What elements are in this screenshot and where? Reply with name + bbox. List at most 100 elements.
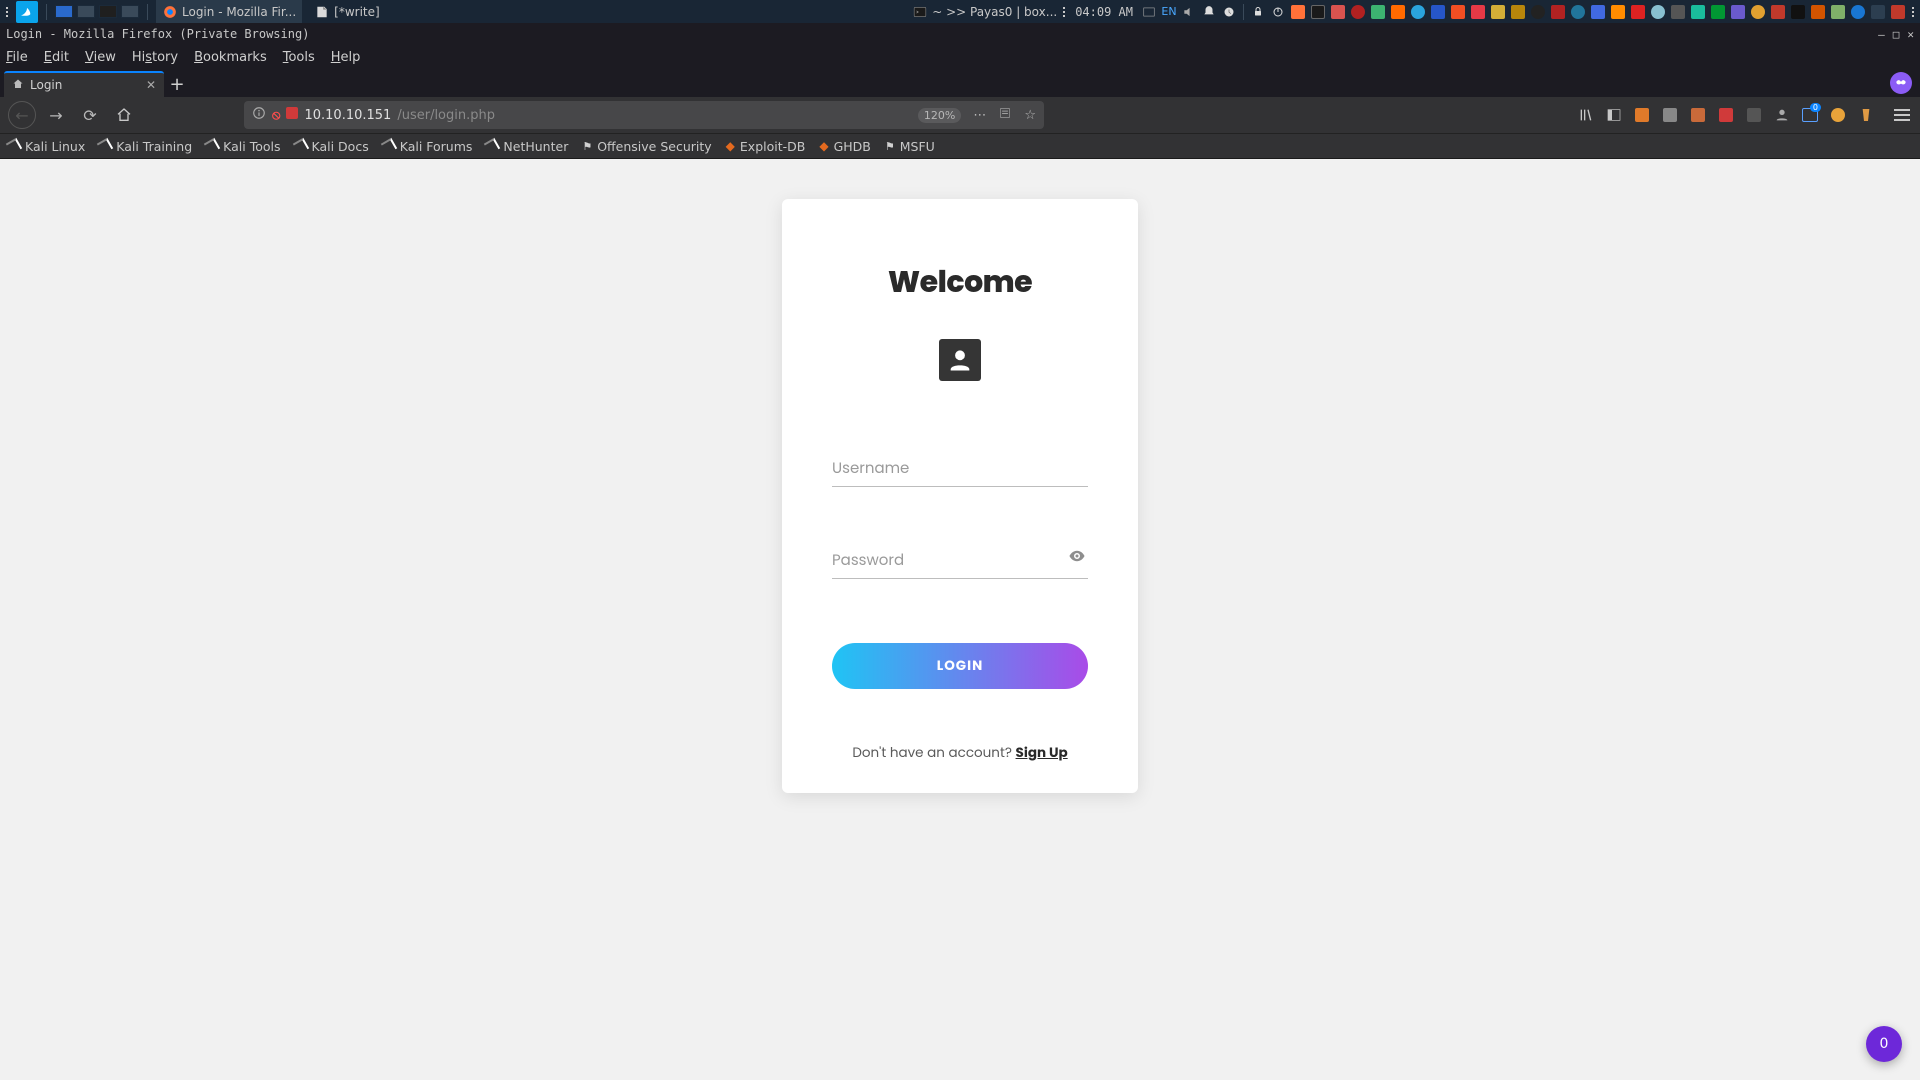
password-input[interactable]	[832, 543, 1088, 579]
tool-icon-16[interactable]	[1830, 4, 1846, 20]
kali-menu-button[interactable]	[16, 1, 38, 23]
ext-icon-2[interactable]	[1660, 105, 1680, 125]
menu-view[interactable]: View	[85, 50, 116, 65]
bookmark-star-icon[interactable]: ☆	[1024, 108, 1036, 123]
ext-icon-6[interactable]	[1828, 105, 1848, 125]
sidebar-icon[interactable]	[1604, 105, 1624, 125]
task-firefox[interactable]: Login - Mozilla Fir...	[156, 0, 302, 23]
bookmark-offsec[interactable]: ⚑Offensive Security	[582, 139, 711, 154]
tray-term-label[interactable]: ~ >> Payas0 | box...	[932, 5, 1057, 19]
clock[interactable]: 04:09 AM	[1071, 5, 1137, 19]
ext-icon-1[interactable]	[1632, 105, 1652, 125]
tool-icon-18[interactable]	[1890, 4, 1906, 20]
back-button[interactable]: ←	[8, 101, 36, 129]
toggle-password-visibility-icon[interactable]	[1068, 547, 1086, 569]
tool-icon-1[interactable]	[1330, 4, 1346, 20]
tool-icon-17[interactable]	[1870, 4, 1886, 20]
vim-icon[interactable]	[1710, 4, 1726, 20]
bookmark-ghdb[interactable]: ◆GHDB	[819, 139, 871, 154]
menu-history[interactable]: History	[132, 50, 178, 65]
minimize-button[interactable]: —	[1878, 28, 1885, 41]
app-menu-button[interactable]	[1892, 105, 1912, 125]
tool-icon-9[interactable]	[1630, 4, 1646, 20]
signup-link[interactable]: Sign Up	[1016, 743, 1068, 762]
reload-button[interactable]: ⟳	[76, 101, 104, 129]
search-tool-icon[interactable]	[1750, 4, 1766, 20]
maximize-button[interactable]: □	[1893, 28, 1900, 41]
cherrytree-icon[interactable]	[1350, 4, 1366, 20]
menu-bookmarks[interactable]: Bookmarks	[194, 50, 267, 65]
ext-icon-7[interactable]	[1856, 105, 1876, 125]
ext-icon-5[interactable]	[1744, 105, 1764, 125]
tool-icon-13[interactable]	[1770, 4, 1786, 20]
menu-edit[interactable]: Edit	[44, 50, 69, 65]
show-desktop-button[interactable]	[55, 5, 73, 18]
tab-login[interactable]: Login ✕	[4, 71, 164, 97]
alien-icon[interactable]	[1650, 4, 1666, 20]
ext-icon-4[interactable]	[1716, 105, 1736, 125]
terminal-button[interactable]	[99, 5, 117, 18]
home-button[interactable]	[110, 101, 138, 129]
eye-tool-icon[interactable]	[1850, 4, 1866, 20]
containers-icon[interactable]	[1800, 105, 1820, 125]
ext-icon-3[interactable]	[1688, 105, 1708, 125]
menu-file[interactable]: File	[6, 50, 28, 65]
tool-icon-12[interactable]	[1730, 4, 1746, 20]
tool-icon-15[interactable]	[1810, 4, 1826, 20]
tab-close-button[interactable]: ✕	[146, 78, 156, 92]
language-indicator[interactable]: EN	[1161, 4, 1177, 20]
launcher-button[interactable]	[121, 5, 139, 18]
login-button[interactable]: LOGIN	[832, 643, 1088, 689]
page-actions-icon[interactable]: ⋯	[973, 108, 986, 123]
bookmark-nethunter[interactable]: NetHunter	[486, 139, 568, 154]
menu-tools[interactable]: Tools	[283, 50, 315, 65]
reader-icon[interactable]	[998, 106, 1012, 124]
bookmark-kali-tools[interactable]: Kali Tools	[206, 139, 280, 154]
workspace-switcher-icon[interactable]	[1141, 4, 1157, 20]
info-icon[interactable]	[252, 106, 266, 124]
owasp-icon[interactable]	[1410, 4, 1426, 20]
floating-badge[interactable]: 0	[1866, 1026, 1902, 1062]
bookmark-kali-forums[interactable]: Kali Forums	[383, 139, 473, 154]
bookmark-exploitdb[interactable]: ◆Exploit-DB	[726, 139, 806, 154]
terminal-tray-icon[interactable]	[912, 4, 928, 20]
tool-icon-3[interactable]	[1450, 4, 1466, 20]
tool-icon-7[interactable]	[1590, 4, 1606, 20]
noscript-icon[interactable]: ⦸	[272, 108, 280, 123]
library-icon[interactable]	[1576, 105, 1596, 125]
terminal-tray-icon-2[interactable]	[1310, 4, 1326, 20]
forward-button[interactable]: →	[42, 101, 70, 129]
tool-icon-14[interactable]	[1790, 4, 1806, 20]
bookmark-msfu[interactable]: ⚑MSFU	[885, 139, 935, 154]
updates-icon[interactable]	[1221, 4, 1237, 20]
john-icon[interactable]	[1490, 4, 1506, 20]
tool-icon-2[interactable]	[1370, 4, 1386, 20]
zoom-indicator[interactable]: 120%	[918, 108, 961, 123]
tool-icon-11[interactable]	[1690, 4, 1706, 20]
username-input[interactable]	[832, 451, 1088, 487]
bookmark-kali-training[interactable]: Kali Training	[99, 139, 192, 154]
task-editor[interactable]: [*write]	[308, 0, 386, 23]
tool-icon-8[interactable]	[1610, 4, 1626, 20]
notification-bell-icon[interactable]	[1201, 4, 1217, 20]
metasploit-icon[interactable]	[1430, 4, 1446, 20]
faraday-icon[interactable]	[1470, 4, 1486, 20]
tool-icon-4[interactable]	[1510, 4, 1526, 20]
tool-icon-6[interactable]	[1550, 4, 1566, 20]
url-bar[interactable]: ⦸ 10.10.10.151/user/login.php 120% ⋯ ☆	[244, 101, 1044, 129]
bookmark-kali-linux[interactable]: Kali Linux	[8, 139, 85, 154]
power-icon[interactable]	[1270, 4, 1286, 20]
extension-icon[interactable]	[286, 107, 298, 123]
lock-icon[interactable]	[1250, 4, 1266, 20]
tool-icon-10[interactable]	[1670, 4, 1686, 20]
bookmark-kali-docs[interactable]: Kali Docs	[295, 139, 369, 154]
wordpress-icon[interactable]	[1570, 4, 1586, 20]
menu-help[interactable]: Help	[331, 50, 361, 65]
new-tab-button[interactable]: +	[164, 71, 190, 97]
close-button[interactable]: ✕	[1907, 28, 1914, 41]
file-manager-button[interactable]	[77, 5, 95, 18]
volume-icon[interactable]	[1181, 4, 1197, 20]
tool-icon-5[interactable]	[1530, 4, 1546, 20]
burpsuite-icon[interactable]	[1390, 4, 1406, 20]
account-icon[interactable]	[1772, 105, 1792, 125]
